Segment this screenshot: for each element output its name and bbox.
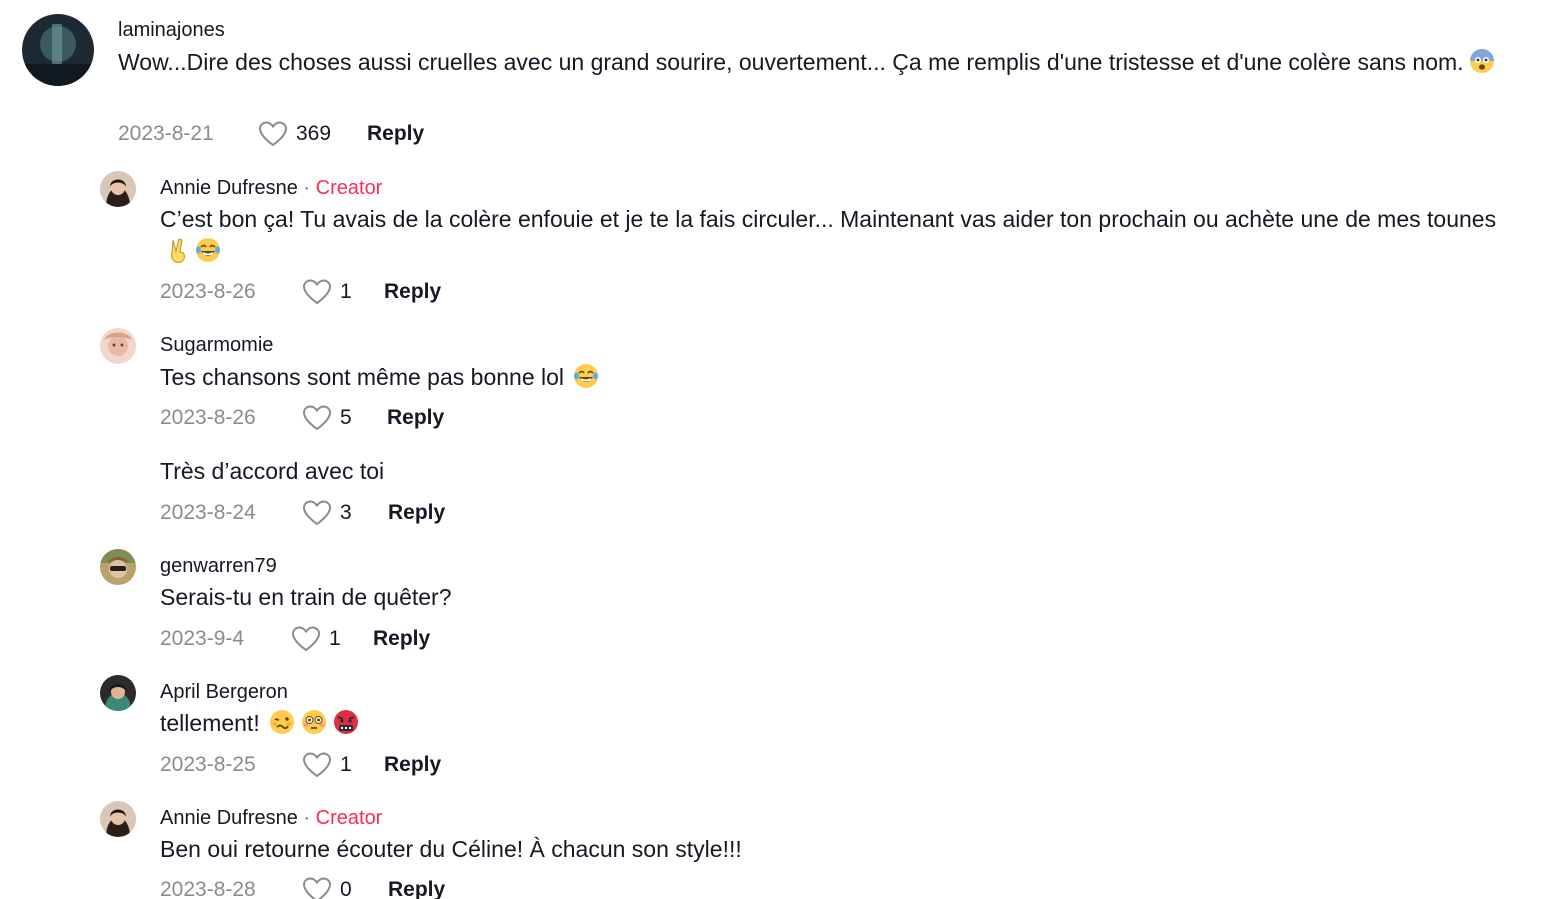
comment-text: Tes chansons sont même pas bonne lol <box>160 361 1520 393</box>
fearful-face-emoji <box>1468 47 1496 75</box>
like-count: 1 <box>340 753 352 776</box>
comment-text: Wow...Dire des choses aussi cruelles ave… <box>118 46 1518 78</box>
like-count: 1 <box>340 280 352 303</box>
heart-icon <box>302 752 332 778</box>
laughing-tears-emoji <box>194 236 222 264</box>
comment-username[interactable]: April Bergeron <box>160 680 288 704</box>
comment-username[interactable]: genwarren79 <box>160 554 277 578</box>
like-count: 3 <box>340 501 352 524</box>
like-count: 1 <box>329 627 341 650</box>
reply-button[interactable]: Reply <box>367 122 424 146</box>
comment-text: Serais-tu en train de quêter? <box>160 581 1520 613</box>
reply-button[interactable]: Reply <box>387 406 444 430</box>
like-count: 369 <box>296 122 332 145</box>
username-separator: · <box>297 807 316 829</box>
comment-text-content: Serais-tu en train de quêter? <box>160 584 452 610</box>
victory-hand-emoji <box>164 236 192 264</box>
comment-date: 2023-8-21 <box>118 122 214 145</box>
comment-text-content: C’est bon ça! Tu avais de la colère enfo… <box>160 206 1497 232</box>
like-button[interactable]: 1 <box>302 278 352 306</box>
comment-text-content: Ben oui retourne écouter du Céline! À ch… <box>160 836 742 862</box>
comment-date: 2023-8-26 <box>160 406 256 429</box>
comment-username-line: Annie Dufresne · Creator <box>160 806 382 830</box>
comment-date: 2023-8-26 <box>160 280 256 303</box>
comment-thread: laminajones Wow...Dire des choses aussi … <box>0 0 1549 899</box>
like-button[interactable]: 5 <box>302 404 352 432</box>
like-button[interactable]: 1 <box>302 751 352 779</box>
comment-username-line: Annie Dufresne · Creator <box>160 176 382 200</box>
comment-text-content: Tes chansons sont même pas bonne lol <box>160 364 565 390</box>
like-button[interactable]: 1 <box>291 625 341 653</box>
avatar[interactable] <box>22 14 94 86</box>
avatar[interactable] <box>100 549 136 585</box>
heart-icon <box>302 405 332 431</box>
avatar[interactable] <box>100 801 136 837</box>
flushed-face-emoji <box>300 708 328 736</box>
reply-button[interactable]: Reply <box>388 501 445 525</box>
avatar[interactable] <box>100 675 136 711</box>
comment-date: 2023-8-25 <box>160 753 256 776</box>
heart-icon <box>302 877 332 899</box>
comment-username[interactable]: Annie Dufresne <box>160 177 298 199</box>
like-count: 5 <box>340 406 352 429</box>
creator-badge: Creator <box>315 177 383 199</box>
avatar[interactable] <box>100 171 136 207</box>
comment-text-content: tellement! <box>160 710 260 736</box>
comment-date: 2023-8-28 <box>160 878 256 899</box>
cursing-face-emoji <box>332 708 360 736</box>
comment-text: Très d’accord avec toi <box>160 455 1520 487</box>
comment-username[interactable]: Sugarmomie <box>160 333 273 357</box>
laughing-tears-emoji <box>572 362 600 390</box>
comment-username[interactable]: Annie Dufresne <box>160 807 298 829</box>
reply-button[interactable]: Reply <box>384 280 441 304</box>
reply-button[interactable]: Reply <box>388 878 445 899</box>
comment-text: tellement! <box>160 707 1520 739</box>
heart-icon <box>302 500 332 526</box>
comment-username[interactable]: laminajones <box>118 18 225 42</box>
comment-text: Ben oui retourne écouter du Céline! À ch… <box>160 833 1520 865</box>
comment-date: 2023-9-4 <box>160 627 245 650</box>
like-button[interactable]: 369 <box>258 120 331 148</box>
heart-icon <box>302 279 332 305</box>
reply-button[interactable]: Reply <box>373 627 430 651</box>
comment-text-content: Wow...Dire des choses aussi cruelles ave… <box>118 49 1464 75</box>
like-button[interactable]: 3 <box>302 499 352 527</box>
creator-badge: Creator <box>315 807 383 829</box>
avatar[interactable] <box>100 328 136 364</box>
reply-button[interactable]: Reply <box>384 753 441 777</box>
username-separator: · <box>297 177 316 199</box>
like-count: 0 <box>340 878 352 899</box>
like-button[interactable]: 0 <box>302 876 352 899</box>
comment-text-content: Très d’accord avec toi <box>160 458 385 484</box>
comment-text: C’est bon ça! Tu avais de la colère enfo… <box>160 203 1520 267</box>
heart-icon <box>291 626 321 652</box>
woozy-face-emoji <box>268 708 296 736</box>
comment-date: 2023-8-24 <box>160 501 256 524</box>
heart-icon <box>258 121 288 147</box>
